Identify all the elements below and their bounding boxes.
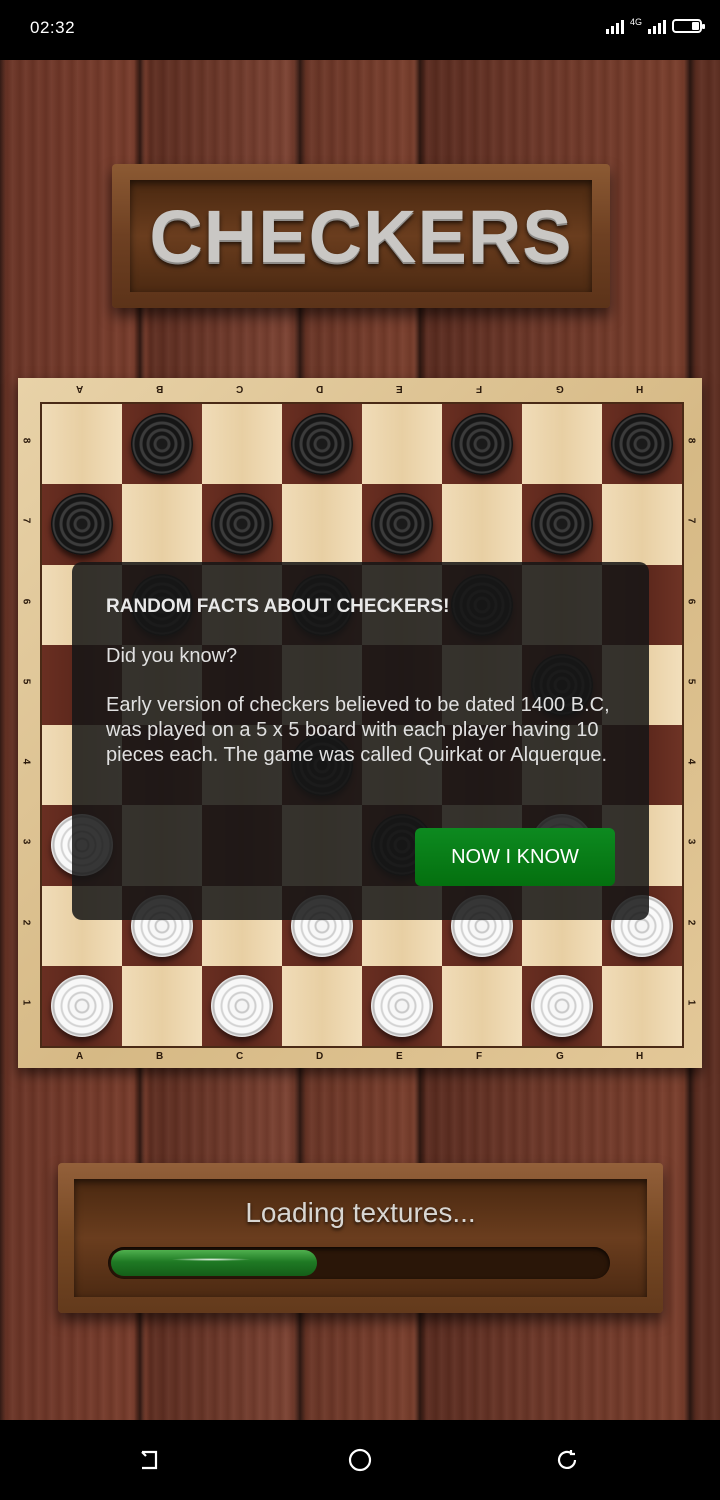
progress-fill <box>111 1250 317 1276</box>
file-label-top: C <box>236 383 244 394</box>
square-g8[interactable] <box>522 404 602 485</box>
square-e7[interactable] <box>362 484 442 565</box>
dialog-title: RANDOM FACTS ABOUT CHECKERS! <box>106 596 450 617</box>
square-e1[interactable] <box>362 965 442 1046</box>
dialog-body: Early version of checkers believed to be… <box>106 694 610 766</box>
recents-icon[interactable] <box>555 1448 579 1472</box>
rank-label-left: 7 <box>20 517 32 524</box>
white-piece[interactable] <box>51 974 113 1037</box>
file-label-top: G <box>556 383 564 394</box>
file-label-bottom: D <box>316 1051 324 1062</box>
square-h1[interactable] <box>602 965 682 1046</box>
facts-dialog: RANDOM FACTS ABOUT CHECKERS! Did you kno… <box>72 562 649 920</box>
square-a8[interactable] <box>42 404 122 485</box>
progress-bar <box>108 1247 610 1279</box>
rank-label-right: 3 <box>685 838 697 845</box>
black-piece[interactable] <box>531 493 593 556</box>
square-c7[interactable] <box>202 484 282 565</box>
rank-label-right: 1 <box>685 999 697 1006</box>
signal-icon-2 <box>648 18 666 34</box>
file-label-bottom: H <box>636 1051 644 1062</box>
square-h8[interactable] <box>602 404 682 485</box>
rank-label-left: 4 <box>20 758 32 765</box>
file-label-top: D <box>316 383 324 394</box>
file-label-top: A <box>76 383 84 394</box>
file-label-bottom: C <box>236 1051 244 1062</box>
rank-label-left: 3 <box>20 838 32 845</box>
loading-text: Loading textures... <box>245 1197 476 1228</box>
home-icon[interactable] <box>348 1448 372 1472</box>
file-label-top: H <box>636 383 644 394</box>
file-label-bottom: B <box>156 1051 164 1062</box>
square-a7[interactable] <box>42 484 122 565</box>
square-a1[interactable] <box>42 965 122 1046</box>
file-label-top: F <box>476 383 483 394</box>
white-piece[interactable] <box>371 974 433 1037</box>
square-d7[interactable] <box>282 484 362 565</box>
rank-label-left: 5 <box>20 678 32 685</box>
black-piece[interactable] <box>131 413 193 476</box>
rank-label-right: 8 <box>685 437 697 444</box>
file-label-top: E <box>396 383 403 394</box>
status-time: 02:32 <box>30 18 76 37</box>
rank-label-left: 1 <box>20 999 32 1006</box>
dialog-question: Did you know? <box>106 645 238 667</box>
back-icon[interactable] <box>138 1448 162 1472</box>
square-b7[interactable] <box>122 484 202 565</box>
title-plaque: CHECKERS <box>112 164 610 308</box>
status-bar: 02:32 4G <box>0 0 720 60</box>
battery-icon <box>672 19 705 33</box>
file-label-bottom: G <box>556 1051 564 1062</box>
file-label-bottom: F <box>476 1051 483 1062</box>
file-label-bottom: A <box>76 1051 84 1062</box>
rank-label-right: 2 <box>685 919 697 925</box>
rank-label-left: 8 <box>20 437 32 444</box>
rank-label-left: 6 <box>20 598 32 604</box>
square-b8[interactable] <box>122 404 202 485</box>
black-piece[interactable] <box>51 493 113 556</box>
square-c8[interactable] <box>202 404 282 485</box>
square-f8[interactable] <box>442 404 522 485</box>
square-d8[interactable] <box>282 404 362 485</box>
file-label-top: B <box>156 383 164 394</box>
square-b1[interactable] <box>122 965 202 1046</box>
rank-label-right: 4 <box>685 758 697 765</box>
black-piece[interactable] <box>611 413 673 476</box>
square-g1[interactable] <box>522 965 602 1046</box>
square-g7[interactable] <box>522 484 602 565</box>
rank-label-right: 7 <box>685 517 697 524</box>
square-f1[interactable] <box>442 965 522 1046</box>
white-piece[interactable] <box>531 974 593 1037</box>
black-piece[interactable] <box>291 413 353 476</box>
square-d1[interactable] <box>282 965 362 1046</box>
navigation-bar <box>0 1420 720 1500</box>
file-label-bottom: E <box>396 1051 403 1062</box>
square-f7[interactable] <box>442 484 522 565</box>
now-i-know-button[interactable]: NOW I KNOW <box>415 828 615 886</box>
white-piece[interactable] <box>211 974 273 1037</box>
rank-label-right: 5 <box>685 678 697 685</box>
black-piece[interactable] <box>371 493 433 556</box>
black-piece[interactable] <box>211 493 273 556</box>
black-piece[interactable] <box>451 413 513 476</box>
loading-panel: Loading textures... <box>58 1163 663 1313</box>
signal-icon <box>605 18 624 34</box>
rank-label-left: 2 <box>20 919 32 925</box>
square-h7[interactable] <box>602 484 682 565</box>
square-e8[interactable] <box>362 404 442 485</box>
status-icons: 4G <box>605 17 705 35</box>
network-type: 4G <box>629 17 642 27</box>
rank-label-right: 6 <box>685 598 697 604</box>
game-title: CHECKERS <box>149 194 573 278</box>
square-c1[interactable] <box>202 965 282 1046</box>
